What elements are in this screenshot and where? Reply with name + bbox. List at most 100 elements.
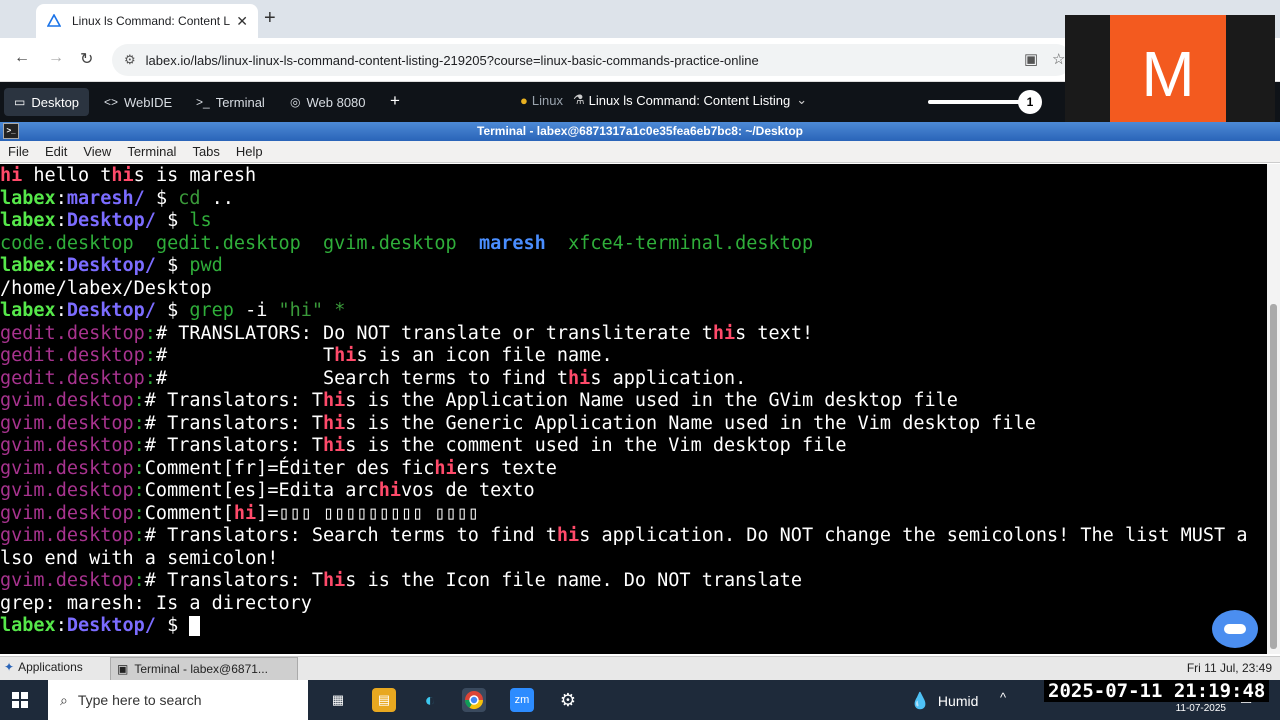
terminal-window-titlebar[interactable]: >_ Terminal - labex@6871317a1c0e35fea6eb… — [0, 122, 1280, 141]
terminal-text: hi — [111, 165, 134, 186]
terminal-text: ls — [189, 210, 212, 231]
terminal-text: hi — [323, 412, 346, 434]
edge-icon[interactable]: ◐ — [418, 688, 442, 712]
terminal-line: lso end with a semicolon! — [0, 548, 1267, 571]
terminal-text: /home/labex/Desktop — [0, 277, 212, 299]
task-view-icon[interactable]: ▦ — [326, 688, 350, 712]
url-field[interactable]: ⚙ labex.io/labs/linux-linux-ls-command-c… — [112, 44, 1072, 76]
clipboard-icon[interactable]: ▣ — [1024, 50, 1038, 68]
terminal-cursor — [189, 616, 201, 636]
terminal-text: : — [144, 322, 156, 344]
bookmark-star-icon[interactable]: ☆ — [1052, 50, 1065, 68]
terminal-text: hi — [434, 457, 457, 479]
lab-title-group[interactable]: ● Linux ⚗ Linux ls Command: Content Listi… — [520, 92, 807, 108]
lab-title: Linux ls Command: Content Listing — [588, 92, 791, 108]
terminal-text: $ — [155, 615, 190, 636]
search-icon: ⌕ — [60, 691, 68, 708]
tray-chevron-icon[interactable]: ^ — [1000, 690, 1006, 705]
panel-task-terminal[interactable]: ▣ Terminal - labex@6871... — [110, 657, 298, 681]
windows-start-icon[interactable] — [12, 692, 28, 708]
applications-menu[interactable]: ✦ Applications — [4, 660, 83, 674]
tab-desktop[interactable]: ▭ Desktop — [4, 88, 90, 116]
terminal-text: hello t — [22, 165, 112, 186]
close-tab-icon[interactable]: ✕ — [236, 13, 248, 30]
panel-clock: Fri 11 Jul, 23:49 — [1186, 661, 1272, 675]
terminal-text: Desktop/ — [66, 300, 156, 321]
terminal-text: gedit.desktop — [0, 345, 145, 366]
file-explorer-icon[interactable]: ▤ — [372, 688, 396, 712]
assistant-bot-icon[interactable] — [1212, 610, 1258, 648]
menu-help[interactable]: Help — [236, 144, 263, 159]
terminal-text: : — [55, 187, 67, 209]
globe-icon: ◎ — [290, 95, 301, 109]
taskbar-date: 11-07-2025 — [1175, 703, 1226, 714]
terminal-text: hi — [712, 322, 736, 344]
terminal-text: lso end with a semicolon! — [0, 547, 279, 569]
tab-terminal-label: Terminal — [215, 94, 265, 110]
menu-edit[interactable]: Edit — [45, 144, 67, 159]
terminal-text: s is an icon file name. — [356, 345, 613, 366]
tab-webide[interactable]: <> WebIDE — [94, 88, 182, 116]
terminal-line: gvim.desktop:# Translators: This is the … — [0, 413, 1267, 436]
code-icon: <> — [104, 95, 119, 109]
terminal-line: gvim.desktop:Comment[es]=Edita archivos … — [0, 480, 1267, 503]
panel-task-label: Terminal - labex@6871... — [134, 662, 268, 676]
volume-slider[interactable] — [928, 100, 1020, 104]
terminal-output[interactable]: hi hello this is maresh labex:maresh/ $ c… — [0, 164, 1267, 654]
flask-icon: ⚗ — [572, 92, 585, 107]
scrollbar-thumb[interactable] — [1270, 304, 1277, 649]
terminal-line: labex:Desktop/ $ ls — [0, 210, 1267, 233]
terminal-line: gvim.desktop:# Translators: This is the … — [0, 435, 1267, 458]
menu-terminal[interactable]: Terminal — [127, 144, 176, 159]
terminal-text: hi — [0, 165, 23, 186]
settings-gear-icon[interactable]: ⚙ — [556, 688, 580, 712]
droplet-icon: 💧 — [910, 693, 930, 710]
terminal-line: gvim.desktop:# Translators: This is the … — [0, 390, 1267, 413]
applications-label: Applications — [18, 660, 83, 674]
terminal-text: s application. — [590, 367, 747, 389]
terminal-text: : — [55, 255, 67, 276]
terminal-text: xfce4-terminal.desktop — [568, 232, 814, 254]
tab-web-8080[interactable]: ◎ Web 8080 — [280, 88, 376, 116]
linux-icon: ● — [520, 92, 528, 108]
terminal-task-icon: ▣ — [117, 662, 129, 676]
terminal-text: $ — [155, 255, 190, 276]
terminal-text: : — [133, 457, 145, 479]
taskbar-search[interactable]: ⌕ Type here to search — [48, 680, 308, 720]
terminal-text: cd — [178, 187, 201, 209]
tab-desktop-label: Desktop — [31, 94, 80, 110]
terminal-line: gvim.desktop:# Translators: This is the … — [0, 570, 1267, 593]
terminal-text: # TRANSLATORS: Do NOT translate or trans… — [155, 322, 713, 344]
terminal-line: gvim.desktop:# Translators: Search terms… — [0, 525, 1267, 548]
new-tab-icon[interactable]: + — [264, 8, 276, 28]
terminal-line: labex:Desktop/ $ pwd — [0, 255, 1267, 278]
terminal-text: gvim.desktop — [323, 232, 457, 254]
search-placeholder: Type here to search — [77, 692, 202, 708]
forward-icon[interactable]: → — [48, 49, 64, 67]
terminal-scrollbar[interactable] — [1267, 164, 1280, 654]
terminal-text: labex — [0, 255, 56, 276]
weather-widget[interactable]: 💧 Humid — [910, 691, 978, 711]
back-icon[interactable]: ← — [14, 49, 30, 67]
terminal-text: # Translators: T — [144, 390, 324, 411]
terminal-icon: >_ — [196, 95, 210, 109]
reload-icon[interactable]: ↻ — [80, 49, 93, 69]
tab-terminal[interactable]: >_ Terminal — [186, 88, 275, 116]
menu-view[interactable]: View — [83, 144, 111, 159]
terminal-text: : — [55, 210, 67, 231]
terminal-text: gedit.desktop — [0, 322, 145, 344]
webcam-overlay: M — [1065, 15, 1275, 133]
menu-tabs[interactable]: Tabs — [192, 144, 219, 159]
add-tab-icon[interactable]: + — [390, 91, 400, 111]
menu-file[interactable]: File — [8, 144, 29, 159]
site-settings-icon[interactable]: ⚙ — [124, 52, 136, 68]
recording-timestamp: 2025-07-11 21:19:48 — [1044, 680, 1270, 702]
terminal-window-title: Terminal - labex@6871317a1c0e35fea6eb7bc… — [477, 124, 803, 138]
chrome-icon[interactable] — [462, 688, 486, 712]
terminal-text: : — [55, 615, 67, 636]
terminal-text: : — [133, 412, 145, 434]
zoom-icon[interactable]: zm — [510, 688, 534, 712]
terminal-text: hi — [556, 525, 580, 546]
terminal-text: hi — [568, 367, 591, 389]
browser-tab[interactable]: Linux ls Command: Content Listing ✕ — [36, 4, 258, 38]
